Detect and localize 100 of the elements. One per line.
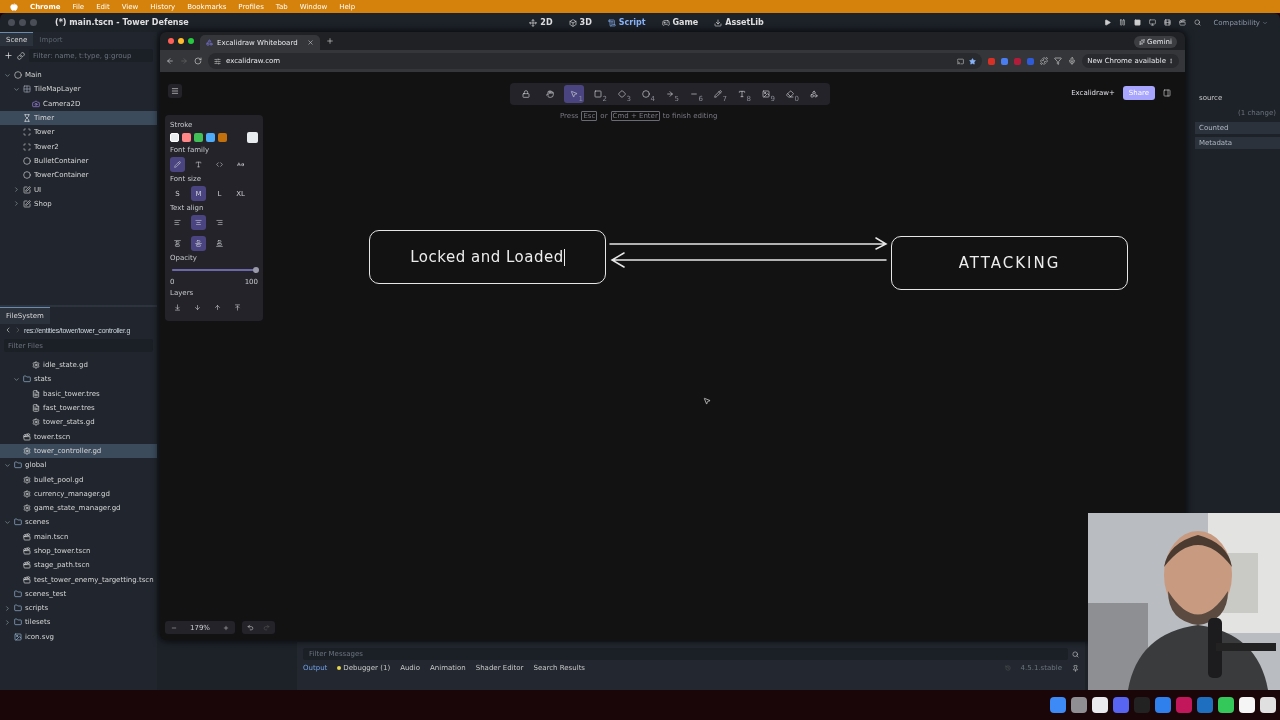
film-icon[interactable] bbox=[1164, 19, 1172, 26]
add-icon[interactable] bbox=[4, 51, 13, 60]
play-icon[interactable] bbox=[1104, 19, 1112, 26]
pin-icon[interactable] bbox=[1072, 664, 1079, 672]
text-caret bbox=[563, 248, 565, 266]
gear-icon bbox=[32, 418, 40, 427]
back-icon[interactable] bbox=[4, 326, 12, 334]
gamepad-icon bbox=[661, 18, 670, 27]
reload-icon[interactable] bbox=[194, 57, 202, 65]
clapperboard-icon[interactable] bbox=[1179, 19, 1187, 26]
workspace-tab[interactable]: AssetLib bbox=[710, 18, 768, 27]
chevron-down-icon[interactable] bbox=[4, 461, 11, 469]
letters-icon bbox=[237, 161, 244, 168]
send-to-back-icon bbox=[174, 304, 181, 311]
frame-icon bbox=[23, 128, 31, 137]
node-label: ATTACKING bbox=[958, 254, 1061, 272]
gear-icon bbox=[23, 489, 31, 498]
arrow-up-icon bbox=[214, 304, 221, 311]
current-color-swatch[interactable] bbox=[247, 132, 258, 143]
chevron-right-icon[interactable] bbox=[4, 604, 11, 612]
color-swatch[interactable] bbox=[182, 133, 191, 142]
circle-icon bbox=[23, 156, 31, 165]
close-button[interactable] bbox=[168, 38, 174, 44]
arrow-down-icon bbox=[194, 304, 201, 311]
folder-icon bbox=[23, 375, 31, 384]
apple-icon[interactable] bbox=[10, 2, 18, 11]
align-top-icon bbox=[174, 240, 181, 247]
sliders-icon[interactable] bbox=[214, 57, 221, 65]
workspace-tab[interactable]: Script bbox=[603, 18, 650, 27]
tab-favicon-icon bbox=[206, 39, 213, 46]
align-bottom-icon bbox=[216, 240, 223, 247]
cast-icon[interactable] bbox=[957, 57, 965, 65]
microphone-icon[interactable] bbox=[1068, 57, 1077, 65]
image-icon bbox=[14, 632, 22, 641]
chevron-down-icon[interactable] bbox=[13, 375, 20, 383]
filter-icon[interactable] bbox=[1054, 57, 1063, 65]
arrow-icon bbox=[666, 90, 674, 98]
pencil-icon bbox=[174, 161, 181, 168]
chevron-down-icon[interactable] bbox=[4, 518, 11, 526]
grid-icon bbox=[23, 85, 31, 94]
close-icon[interactable] bbox=[307, 39, 314, 46]
chevron-down-icon bbox=[1262, 19, 1268, 26]
pause-icon[interactable] bbox=[1119, 19, 1127, 26]
edit-icon bbox=[23, 199, 31, 208]
gear-icon bbox=[23, 475, 31, 484]
undo-icon[interactable] bbox=[246, 624, 254, 631]
monitor-icon[interactable] bbox=[1149, 19, 1157, 26]
app-icon[interactable] bbox=[1239, 697, 1255, 713]
star-icon[interactable] bbox=[969, 57, 977, 65]
pencil-icon bbox=[714, 90, 722, 98]
color-swatch[interactable] bbox=[170, 133, 179, 142]
download-icon bbox=[714, 18, 723, 27]
menu-button[interactable] bbox=[168, 84, 182, 98]
gear-icon bbox=[23, 446, 31, 455]
app-icon[interactable] bbox=[1260, 697, 1276, 713]
chevron-right-icon[interactable] bbox=[13, 200, 20, 208]
zoom-button[interactable] bbox=[188, 38, 194, 44]
font-family-button[interactable] bbox=[170, 157, 185, 172]
node-label: Locked and Loaded bbox=[410, 248, 564, 266]
chevron-down-icon[interactable] bbox=[4, 71, 11, 79]
color-swatch[interactable] bbox=[194, 133, 203, 142]
app-icon[interactable] bbox=[1092, 697, 1108, 713]
back-icon[interactable] bbox=[166, 57, 174, 65]
app-icon[interactable] bbox=[1197, 697, 1213, 713]
folder-icon bbox=[14, 604, 22, 613]
hourglass-icon bbox=[23, 114, 31, 123]
chevron-right-icon[interactable] bbox=[13, 186, 20, 193]
hand-icon bbox=[546, 90, 554, 98]
chevron-right-icon[interactable] bbox=[4, 619, 11, 626]
workspace-tab[interactable]: 3D bbox=[564, 18, 596, 27]
color-swatch[interactable] bbox=[206, 133, 215, 142]
stop-icon[interactable] bbox=[1134, 19, 1142, 26]
clapperboard-icon bbox=[23, 575, 31, 584]
app-icon[interactable] bbox=[1113, 697, 1129, 713]
app-icon[interactable] bbox=[1050, 697, 1066, 713]
workspace-tab[interactable]: 2D bbox=[525, 18, 557, 27]
chevron-down-icon[interactable] bbox=[13, 85, 20, 93]
minimize-button[interactable] bbox=[178, 38, 184, 44]
app-icon[interactable] bbox=[1155, 697, 1171, 713]
folder-icon bbox=[14, 618, 22, 627]
folder-icon bbox=[14, 589, 22, 598]
app-icon[interactable] bbox=[1071, 697, 1087, 713]
new-tab-icon[interactable] bbox=[326, 37, 334, 45]
align-button[interactable] bbox=[191, 236, 206, 251]
zoom-in-icon[interactable] bbox=[222, 624, 229, 631]
color-swatch[interactable] bbox=[218, 133, 227, 142]
lock-icon bbox=[522, 90, 530, 98]
slider-thumb[interactable] bbox=[253, 267, 259, 273]
extensions-icon[interactable] bbox=[1040, 57, 1049, 65]
text-icon bbox=[738, 90, 746, 98]
file-icon bbox=[32, 389, 40, 398]
search-icon[interactable] bbox=[1194, 19, 1202, 26]
workspace-tab[interactable]: Game bbox=[657, 18, 703, 27]
align-button[interactable] bbox=[191, 215, 206, 230]
pointer-icon bbox=[570, 90, 578, 98]
app-icon[interactable] bbox=[1218, 697, 1234, 713]
align-middle-icon bbox=[195, 240, 202, 247]
link-icon[interactable] bbox=[17, 51, 25, 60]
gear-icon bbox=[23, 504, 31, 513]
sidebar-icon[interactable] bbox=[1163, 89, 1171, 97]
